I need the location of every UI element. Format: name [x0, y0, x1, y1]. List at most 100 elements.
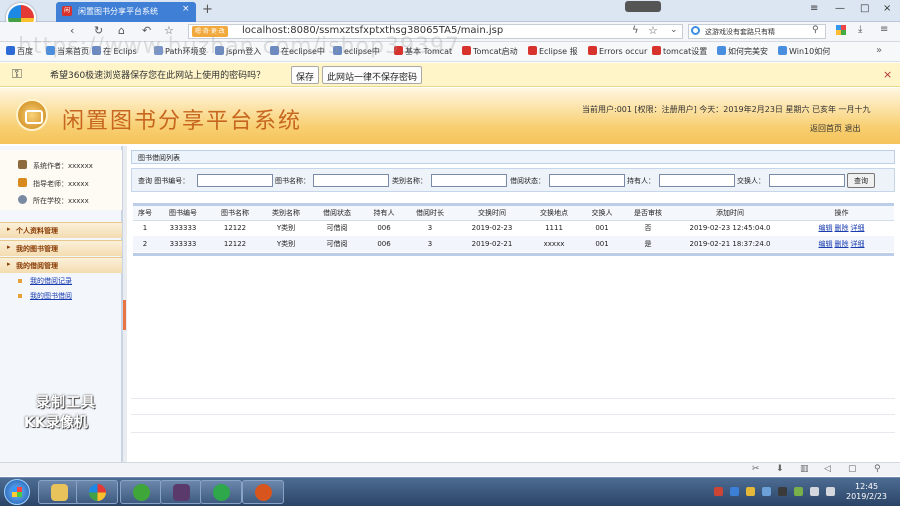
detail-link[interactable]: 详细 [851, 224, 865, 232]
close-window-button[interactable]: × [883, 3, 891, 14]
delete-link[interactable]: 删除 [835, 224, 849, 232]
clock[interactable]: 12:45 2019/2/23 [846, 482, 887, 502]
label-exchanger: 交换人： [737, 177, 765, 185]
school-icon [18, 195, 27, 204]
cell: 1 [133, 220, 157, 236]
bookmark-item[interactable]: 如何完美安 [717, 46, 768, 57]
window-controls: ≡ — □ × [625, 0, 900, 18]
start-button[interactable] [4, 479, 30, 505]
network-icon[interactable] [810, 487, 819, 496]
teacher-icon [18, 178, 27, 187]
trash-icon[interactable]: ▥ [800, 464, 809, 474]
taskbar-app-e[interactable] [200, 480, 242, 504]
bookmark-item[interactable]: Win10如何 [778, 46, 830, 57]
bookmark-item[interactable]: Errors occur [588, 46, 647, 56]
clock-time: 12:45 [854, 482, 879, 491]
new-tab-button[interactable]: + [202, 2, 213, 17]
cell: 3 [405, 236, 455, 252]
col-exchange-time: 交换时间 [455, 206, 529, 221]
menu-icon[interactable]: ≡ [810, 3, 818, 14]
magnifier-icon[interactable]: ⚲ [812, 25, 819, 35]
col-book-name: 图书名称 [209, 206, 261, 221]
download-icon[interactable]: ⤓ [858, 24, 862, 35]
browser-icon [89, 484, 106, 501]
cell: 006 [363, 220, 405, 236]
speaker-icon[interactable] [826, 487, 835, 496]
tray-icon[interactable] [794, 487, 803, 496]
query-button[interactable]: 查询 [847, 173, 875, 188]
edit-link[interactable]: 编辑 [819, 224, 833, 232]
tab-close-icon[interactable]: × [182, 4, 190, 14]
delete-link[interactable]: 删除 [835, 240, 849, 248]
splitter-handle[interactable] [123, 300, 126, 330]
label-status: 借阅状态： [510, 177, 545, 185]
download-manager-icon[interactable]: ⬇ [776, 464, 784, 474]
school-line: 所在学校：xxxxx [18, 195, 89, 206]
cell: 2019-02-23 12:45:04.0 [671, 220, 789, 236]
menu-personal[interactable]: 个人资料管理 [0, 222, 122, 238]
tray-icon[interactable] [762, 487, 771, 496]
divider [131, 414, 895, 415]
browser-tab[interactable]: 闲置图书分享平台系统 [56, 2, 196, 22]
col-category: 类别名称 [261, 206, 311, 221]
teacher-line: 指导老师：xxxxx [18, 178, 89, 189]
window-icon[interactable]: ▢ [848, 464, 857, 474]
submenu-book-borrow[interactable]: 我的图书借阅 [30, 291, 72, 301]
col-actions: 操作 [789, 206, 894, 221]
taskbar-app-green[interactable] [120, 480, 162, 504]
bullet-icon [18, 279, 22, 283]
user-pill[interactable] [625, 1, 661, 12]
close-icon[interactable]: × [883, 68, 892, 81]
tray-icon[interactable] [714, 487, 723, 496]
col-holder: 持有人 [363, 206, 405, 221]
cell: 是 [625, 236, 671, 252]
menu-my-borrow[interactable]: 我的借阅管理 [0, 257, 122, 273]
volume-icon[interactable]: ◁ [824, 464, 831, 474]
actions-cell: 编辑 删除 详细 [789, 220, 894, 236]
search-input[interactable]: 这游戏没有套路只有精 [688, 24, 826, 39]
bookmark-item[interactable]: Tomcat启动 [462, 46, 518, 57]
app-logo-icon [16, 99, 48, 131]
taskbar-app-dark[interactable] [160, 480, 202, 504]
edit-link[interactable]: 编辑 [819, 240, 833, 248]
status-input[interactable] [549, 174, 625, 187]
chevron-down-icon[interactable]: ⌄ [670, 25, 678, 35]
minimize-button[interactable]: — [835, 3, 845, 14]
detail-link[interactable]: 详细 [851, 240, 865, 248]
apps-icon[interactable] [836, 25, 846, 35]
cell: 333333 [157, 220, 209, 236]
favorite-star-icon[interactable]: ☆ [648, 24, 658, 37]
panel-title: 图书借阅列表 [131, 150, 895, 164]
dark-app-icon [173, 484, 190, 501]
taskbar-explorer[interactable] [38, 480, 80, 504]
tray-icon[interactable] [746, 487, 755, 496]
cell: 可借阅 [311, 220, 363, 236]
cleanup-icon[interactable]: ✂ [752, 464, 760, 474]
submenu-borrow-records[interactable]: 我的借阅记录 [30, 276, 72, 286]
zoom-icon[interactable]: ⚲ [874, 464, 881, 474]
bookmark-item[interactable]: tomcat设置 [652, 46, 707, 57]
more-icon[interactable]: ≡ [880, 24, 888, 35]
save-password-button[interactable]: 保存 [291, 66, 320, 84]
tray-icon[interactable] [778, 487, 787, 496]
recorder-icon [255, 484, 272, 501]
col-status: 借阅状态 [311, 206, 363, 221]
holder-input[interactable] [659, 174, 735, 187]
menu-my-books[interactable]: 我的图书管理 [0, 240, 122, 256]
col-book-no: 图书编号 [157, 206, 209, 221]
tray-shield-icon[interactable] [730, 487, 739, 496]
header-links[interactable]: 返回首页 退出 [810, 123, 861, 134]
taskbar-recorder[interactable] [242, 480, 284, 504]
never-save-button[interactable]: 此网站一律不保存密码 [322, 66, 423, 84]
taskbar-360browser[interactable] [76, 480, 118, 504]
bookmarks-more-icon[interactable]: » [876, 45, 882, 56]
e-app-icon [213, 484, 230, 501]
category-input[interactable] [431, 174, 507, 187]
book-name-input[interactable] [313, 174, 389, 187]
maximize-button[interactable]: □ [860, 3, 869, 14]
bookmark-item[interactable]: Eclipse 报 [528, 46, 578, 57]
lightning-icon[interactable]: ϟ [632, 25, 639, 36]
book-no-input[interactable] [197, 174, 273, 187]
cell: 001 [579, 236, 625, 252]
exchanger-input[interactable] [769, 174, 845, 187]
